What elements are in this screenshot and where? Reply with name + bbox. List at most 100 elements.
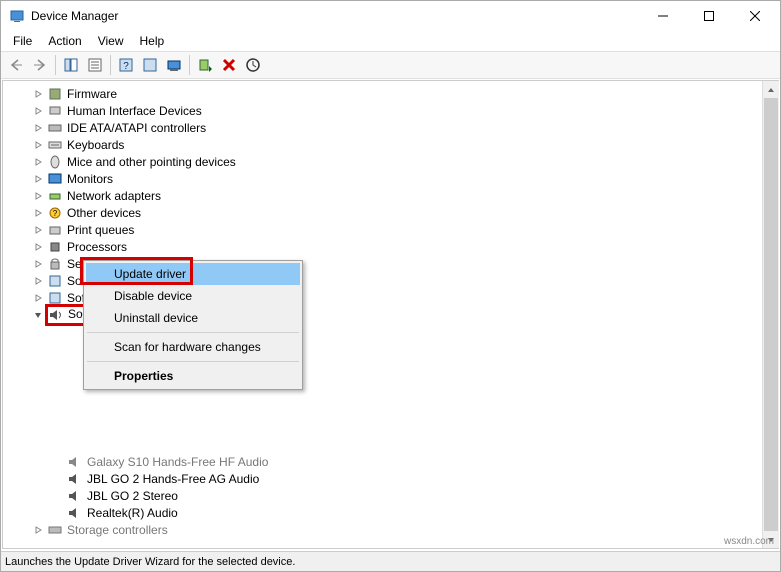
window-title: Device Manager bbox=[31, 9, 640, 23]
speaker-icon bbox=[67, 471, 83, 487]
speaker-icon bbox=[67, 488, 83, 504]
properties-button[interactable] bbox=[84, 54, 106, 76]
expand-icon[interactable] bbox=[31, 274, 45, 288]
tree-category[interactable]: Human Interface Devices bbox=[5, 102, 776, 119]
expand-icon[interactable] bbox=[31, 291, 45, 305]
scroll-thumb[interactable] bbox=[764, 98, 778, 531]
speaker-icon bbox=[67, 505, 83, 521]
enable-button[interactable] bbox=[194, 54, 216, 76]
network-icon bbox=[47, 188, 63, 204]
mouse-icon bbox=[47, 154, 63, 170]
tree-category-storage[interactable]: Storage controllers bbox=[5, 521, 776, 538]
scan-button[interactable] bbox=[163, 54, 185, 76]
minimize-button[interactable] bbox=[640, 1, 686, 31]
forward-button[interactable] bbox=[29, 54, 51, 76]
menu-action[interactable]: Action bbox=[40, 32, 89, 50]
device-label: Realtek(R) Audio bbox=[87, 506, 178, 520]
expand-icon[interactable] bbox=[31, 257, 45, 271]
context-menu: Update driver Disable device Uninstall d… bbox=[83, 260, 303, 390]
device-label: JBL GO 2 Stereo bbox=[87, 489, 178, 503]
hid-icon bbox=[47, 103, 63, 119]
close-button[interactable] bbox=[732, 1, 778, 31]
expand-icon[interactable] bbox=[31, 523, 45, 537]
expand-icon[interactable] bbox=[31, 104, 45, 118]
tree-category[interactable]: Monitors bbox=[5, 170, 776, 187]
expand-icon[interactable] bbox=[31, 138, 45, 152]
help-button[interactable]: ? bbox=[115, 54, 137, 76]
category-label: Keyboards bbox=[67, 138, 124, 152]
maximize-button[interactable] bbox=[686, 1, 732, 31]
context-update-driver[interactable]: Update driver bbox=[86, 263, 300, 285]
tree-device-item[interactable]: JBL GO 2 Hands-Free AG Audio bbox=[5, 470, 776, 487]
tree-category[interactable]: Processors bbox=[5, 238, 776, 255]
other-icon: ? bbox=[47, 205, 63, 221]
watermark: wsxdn.com bbox=[724, 536, 774, 547]
tree-category[interactable]: Print queues bbox=[5, 221, 776, 238]
context-properties[interactable]: Properties bbox=[86, 365, 300, 387]
collapse-icon[interactable] bbox=[31, 308, 45, 322]
context-disable-device[interactable]: Disable device bbox=[86, 285, 300, 307]
device-label: Galaxy S10 Hands-Free HF Audio bbox=[87, 455, 268, 469]
category-label: Mice and other pointing devices bbox=[67, 155, 236, 169]
expand-icon[interactable] bbox=[31, 155, 45, 169]
tree-category[interactable]: IDE ATA/ATAPI controllers bbox=[5, 119, 776, 136]
expand-icon[interactable] bbox=[31, 87, 45, 101]
ide-icon bbox=[47, 120, 63, 136]
app-icon bbox=[9, 8, 25, 24]
menu-help[interactable]: Help bbox=[132, 32, 173, 50]
category-label: Storage controllers bbox=[67, 523, 168, 537]
menubar: File Action View Help bbox=[1, 31, 780, 51]
tree-category[interactable]: ? Other devices bbox=[5, 204, 776, 221]
expand-icon[interactable] bbox=[31, 206, 45, 220]
expand-icon[interactable] bbox=[31, 223, 45, 237]
svg-text:?: ? bbox=[123, 61, 129, 72]
window-controls bbox=[640, 1, 778, 31]
menu-view[interactable]: View bbox=[90, 32, 132, 50]
back-button[interactable] bbox=[5, 54, 27, 76]
category-label: Network adapters bbox=[67, 189, 161, 203]
context-scan-hardware[interactable]: Scan for hardware changes bbox=[86, 336, 300, 358]
category-label: IDE ATA/ATAPI controllers bbox=[67, 121, 206, 135]
monitor-icon bbox=[47, 171, 63, 187]
device-label: JBL GO 2 Hands-Free AG Audio bbox=[87, 472, 259, 486]
cpu-icon bbox=[47, 239, 63, 255]
update-button[interactable] bbox=[242, 54, 264, 76]
tree-category[interactable]: Mice and other pointing devices bbox=[5, 153, 776, 170]
scroll-up-icon[interactable] bbox=[763, 81, 779, 98]
status-text: Launches the Update Driver Wizard for th… bbox=[5, 556, 295, 568]
chip-icon bbox=[47, 86, 63, 102]
action-button[interactable] bbox=[139, 54, 161, 76]
security-icon bbox=[47, 256, 63, 272]
category-label: Processors bbox=[67, 240, 127, 254]
show-hide-button[interactable] bbox=[60, 54, 82, 76]
tree-device-item[interactable]: Realtek(R) Audio bbox=[5, 504, 776, 521]
tree-category[interactable]: Keyboards bbox=[5, 136, 776, 153]
vertical-scrollbar[interactable] bbox=[762, 81, 779, 548]
category-label: Human Interface Devices bbox=[67, 104, 202, 118]
svg-text:?: ? bbox=[53, 209, 58, 218]
category-label: Other devices bbox=[67, 206, 141, 220]
toolbar: ? bbox=[1, 51, 780, 79]
tree-category[interactable]: Network adapters bbox=[5, 187, 776, 204]
software-icon bbox=[47, 273, 63, 289]
category-label: Firmware bbox=[67, 87, 117, 101]
category-label: Monitors bbox=[67, 172, 113, 186]
tree-device-item[interactable]: Galaxy S10 Hands-Free HF Audio bbox=[5, 453, 776, 470]
expand-icon[interactable] bbox=[31, 121, 45, 135]
expand-icon[interactable] bbox=[31, 189, 45, 203]
storage-icon bbox=[47, 522, 63, 538]
menu-file[interactable]: File bbox=[5, 32, 40, 50]
speaker-icon bbox=[48, 307, 64, 323]
expand-icon[interactable] bbox=[31, 172, 45, 186]
printer-icon bbox=[47, 222, 63, 238]
uninstall-button[interactable] bbox=[218, 54, 240, 76]
keyboard-icon bbox=[47, 137, 63, 153]
tree-device-item[interactable]: JBL GO 2 Stereo bbox=[5, 487, 776, 504]
tree-category[interactable]: Firmware bbox=[5, 85, 776, 102]
category-label: Print queues bbox=[67, 223, 134, 237]
speaker-icon bbox=[67, 454, 83, 470]
status-bar: Launches the Update Driver Wizard for th… bbox=[1, 551, 780, 571]
expand-icon[interactable] bbox=[31, 240, 45, 254]
titlebar: Device Manager bbox=[1, 1, 780, 31]
context-uninstall-device[interactable]: Uninstall device bbox=[86, 307, 300, 329]
